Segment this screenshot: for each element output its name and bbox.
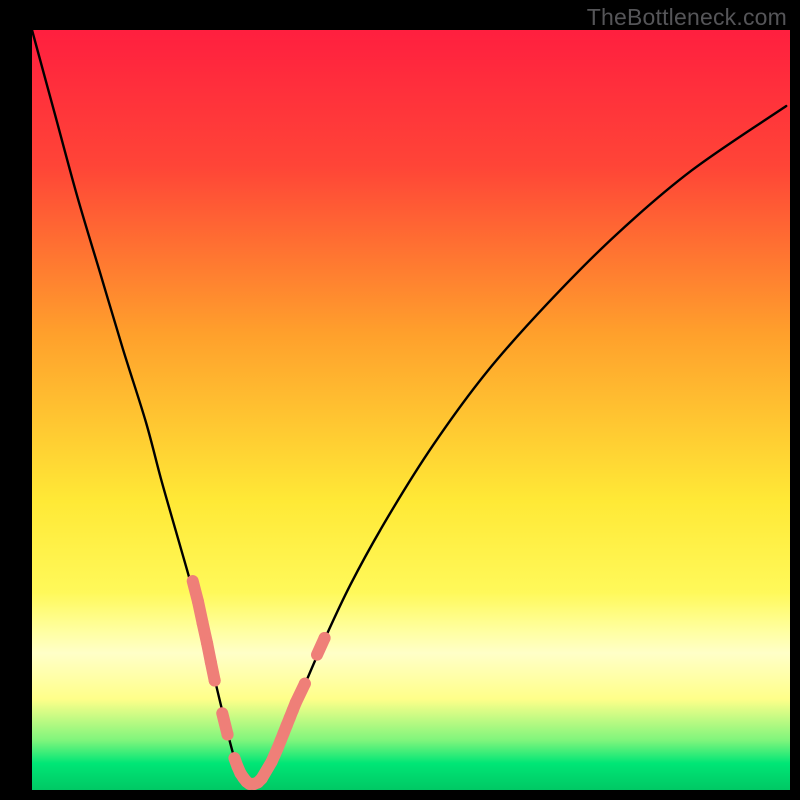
marker-dot xyxy=(209,675,221,687)
marker-dot xyxy=(222,729,234,741)
watermark-text: TheBottleneck.com xyxy=(587,4,787,31)
plot-area xyxy=(32,30,790,790)
marker-dot xyxy=(319,632,331,644)
chart-frame: TheBottleneck.com xyxy=(0,0,800,800)
chart-overlay-svg xyxy=(32,30,790,790)
observed-point-markers xyxy=(193,581,331,784)
bottleneck-curve xyxy=(32,30,786,785)
marker-dot xyxy=(299,678,311,690)
